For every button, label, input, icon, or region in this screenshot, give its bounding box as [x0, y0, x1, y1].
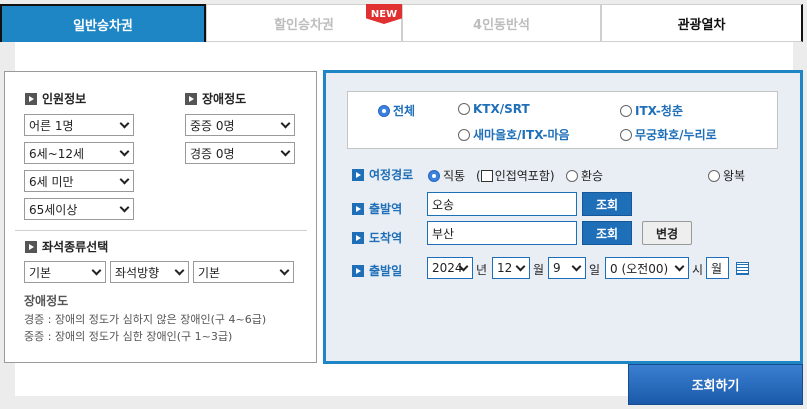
seat-attribute-select[interactable]: 기본 [193, 261, 294, 283]
passenger-panel: 인원정보 장애정도 어른 1명 6세~12세 6세 미만 65세이상 중증 0명… [4, 71, 317, 363]
route-label: 여정경로 [352, 166, 413, 183]
search-train-button[interactable]: 조회하기 [628, 364, 803, 405]
arrival-search-button[interactable]: 조회 [582, 221, 632, 245]
chevron-down-icon [279, 265, 290, 276]
mild-disability-select[interactable]: 경증 0명 [185, 142, 295, 164]
arrow-right-icon [25, 240, 37, 253]
arrow-right-icon [352, 264, 364, 277]
chevron-down-icon [280, 146, 291, 157]
adult-select[interactable]: 어른 1명 [24, 114, 134, 136]
departure-label: 출발역 [352, 200, 402, 217]
year-unit: 년 [476, 263, 488, 277]
radio-icon [708, 169, 720, 182]
ticket-tabs: 일반승차권 할인승차권 NEW 4인동반석 관광열차 [0, 0, 807, 42]
chevron-down-icon [571, 261, 582, 272]
chevron-down-icon [119, 118, 130, 129]
divider [15, 230, 307, 231]
radio-round-trip[interactable]: 왕복 [708, 167, 745, 184]
radio-icon [620, 104, 632, 117]
seat-type-title: 좌석종류선택 [25, 238, 108, 255]
tab-tourist-train[interactable]: 관광열차 [601, 4, 803, 42]
hour-select[interactable]: 0 (오전00) [605, 257, 689, 279]
tab-four-seat[interactable]: 4인동반석 [402, 4, 601, 42]
child-select[interactable]: 6세~12세 [24, 142, 134, 164]
departure-date-label: 출발일 [352, 262, 402, 279]
chevron-down-icon [119, 174, 130, 185]
radio-saemaeul[interactable]: 새마을호/ITX-마음 [458, 126, 570, 143]
month-unit: 월 [533, 263, 545, 277]
departure-station-input[interactable]: 오송 [427, 192, 577, 216]
arrow-right-icon [352, 202, 364, 215]
arrival-station-input[interactable]: 부산 [427, 221, 577, 245]
chevron-down-icon [174, 265, 185, 276]
seat-direction-select[interactable]: 좌석방향 [110, 261, 189, 283]
day-select[interactable]: 9 [548, 257, 586, 279]
passenger-info-title: 인원정보 [25, 90, 86, 107]
departure-search-button[interactable]: 조회 [582, 192, 632, 216]
disability-note-severe: 중증 : 장애의 정도가 심한 장애인(구 1~3급) [24, 330, 233, 343]
radio-itx-cheongchun[interactable]: ITX-청춘 [620, 102, 683, 119]
disability-note-mild: 경증 : 장애의 정도가 심하지 않은 장애인(구 4~6급) [24, 313, 267, 326]
disability-title: 장애정도 [185, 90, 246, 107]
arrow-right-icon [185, 92, 197, 105]
radio-icon [458, 103, 470, 115]
senior-select[interactable]: 65세이상 [24, 198, 134, 220]
radio-icon [566, 169, 578, 182]
radio-ktx[interactable]: KTX/SRT [458, 102, 530, 116]
chevron-down-icon [119, 202, 130, 213]
train-type-box: 전체 KTX/SRT ITX-청춘 새마을호/ITX-마음 무궁화호/누리로 [347, 91, 778, 149]
radio-selected-icon [428, 169, 440, 182]
severe-disability-select[interactable]: 중증 0명 [185, 114, 295, 136]
disability-notes-title: 장애정도 [24, 294, 69, 308]
radio-icon [620, 128, 632, 141]
weekday-field: 월 [706, 257, 729, 279]
radio-mugunghwa[interactable]: 무궁화호/누리로 [620, 126, 717, 143]
infant-select[interactable]: 6세 미만 [24, 170, 134, 192]
checkbox-icon [480, 169, 493, 182]
nearby-station-checkbox[interactable]: (인접역포함) [476, 167, 555, 184]
radio-selected-icon [378, 104, 390, 117]
hour-unit: 시 [692, 263, 704, 277]
year-select[interactable]: 2024 [427, 257, 473, 279]
chevron-down-icon [674, 261, 685, 272]
arrow-right-icon [352, 231, 364, 244]
arrow-right-icon [25, 92, 37, 105]
calendar-icon[interactable] [736, 262, 749, 275]
radio-direct[interactable]: 직통 [428, 167, 465, 184]
radio-icon [458, 128, 470, 141]
journey-panel: 전체 KTX/SRT ITX-청춘 새마을호/ITX-마음 무궁화호/누리로 여… [323, 70, 803, 364]
radio-transfer[interactable]: 환승 [566, 167, 603, 184]
arrival-label: 도착역 [352, 229, 402, 246]
tab-general-ticket[interactable]: 일반승차권 [0, 4, 206, 42]
chevron-down-icon [515, 261, 526, 272]
chevron-down-icon [280, 118, 291, 129]
chevron-down-icon [91, 265, 102, 276]
swap-stations-button[interactable]: 변경 [642, 221, 692, 245]
month-select[interactable]: 12 [492, 257, 530, 279]
radio-all[interactable]: 전체 [378, 102, 415, 119]
day-unit: 일 [589, 263, 601, 277]
chevron-down-icon [119, 146, 130, 157]
seat-option-select[interactable]: 기본 [24, 261, 106, 283]
arrow-right-icon [352, 168, 364, 181]
